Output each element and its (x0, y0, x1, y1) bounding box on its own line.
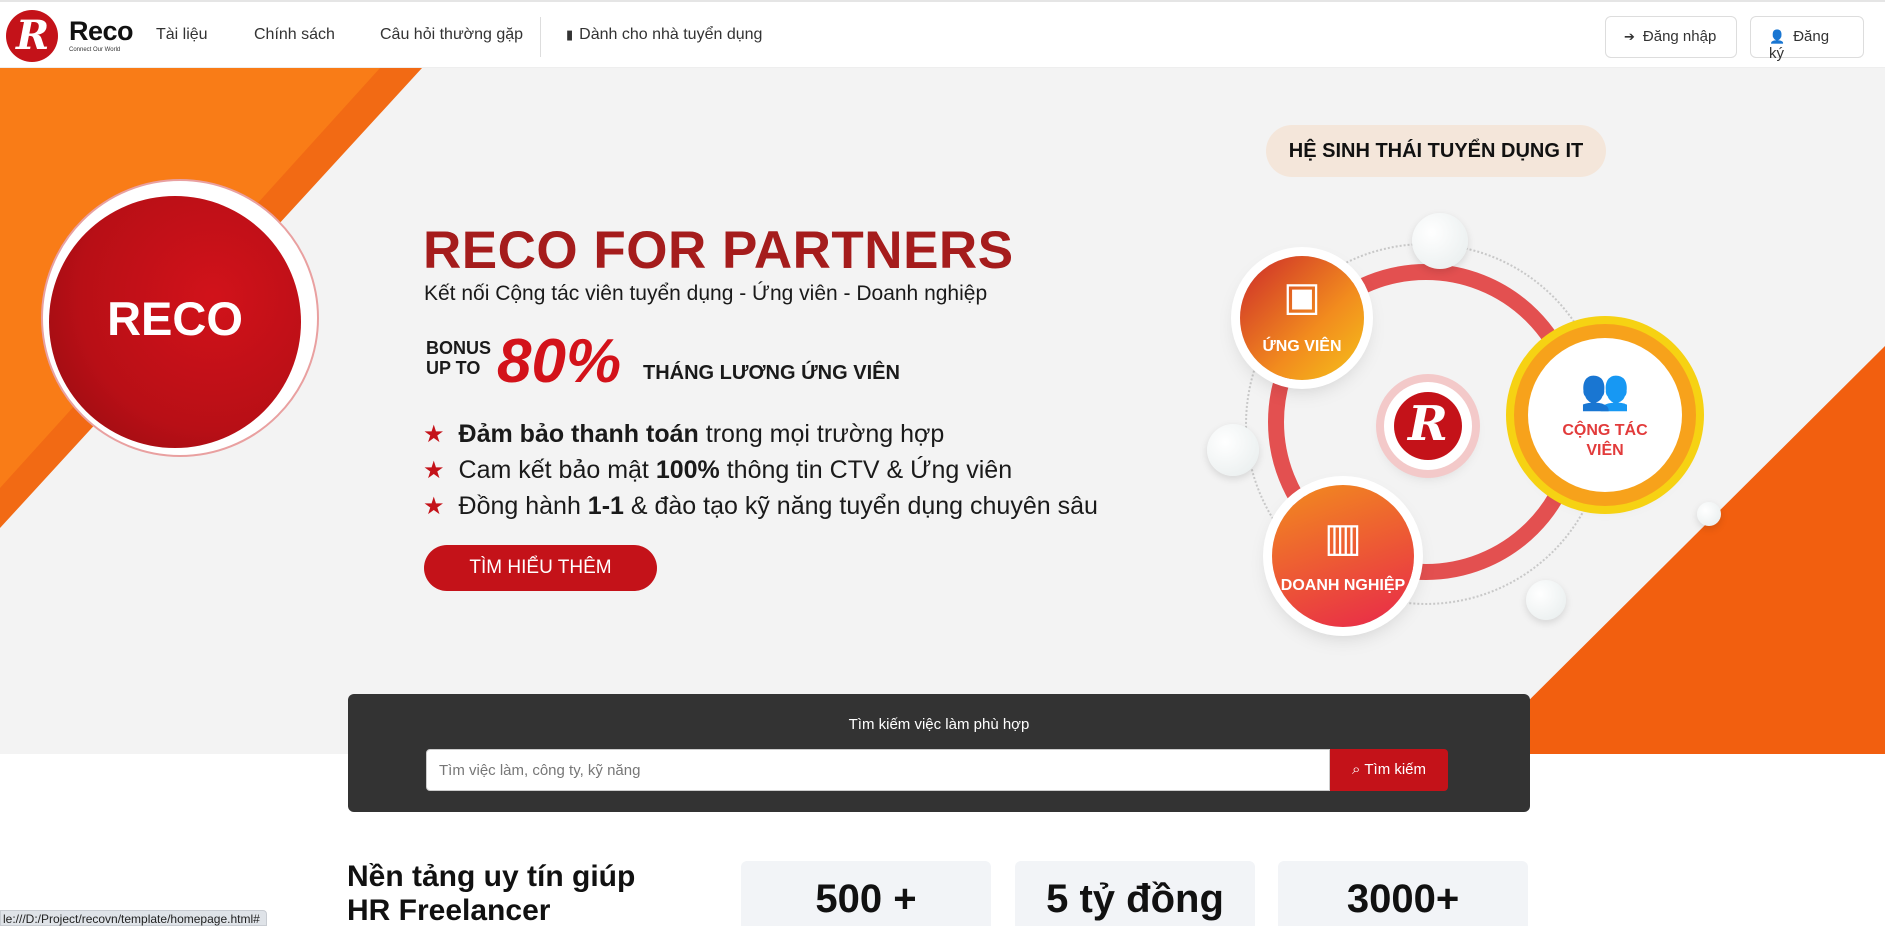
stat-card: 3000+ (1278, 861, 1528, 926)
reco-badge-text: RECO (107, 292, 243, 345)
search-title: Tìm kiếm việc làm phù hợp (848, 716, 1030, 733)
employer-link-label: Dành cho nhà tuyển dụng (579, 26, 763, 43)
building-icon: ▮ (566, 27, 574, 42)
benefit-item: ★ Cam kết bảo mật 100% thông tin CTV & Ứn… (423, 456, 1012, 485)
login-button[interactable]: ➔ Đăng nhập (1605, 16, 1737, 58)
logo-mark: R (6, 10, 58, 62)
job-search-panel: Tìm kiếm việc làm phù hợp ⌕Tìm kiếm (348, 694, 1530, 812)
decor-bubble (1697, 502, 1721, 526)
nav-link-employer[interactable]: ▮ Dành cho nhà tuyển dụng (566, 26, 762, 44)
bonus-label-line-2: UP TO (426, 358, 481, 378)
browser-status-bar: le:///D:/Project/recovn/template/homepag… (0, 910, 267, 926)
node-business-label: DOANH NGHIỆP (1280, 577, 1406, 594)
decor-bubble (1412, 213, 1468, 269)
node-business: ▥ DOANH NGHIỆP (1272, 485, 1414, 627)
nav-link-policy[interactable]: Chính sách (254, 26, 335, 44)
star-icon: ★ (423, 421, 445, 448)
hero-title: RECO FOR PARTNERS (423, 221, 1014, 280)
benefit-bold: 100% (655, 456, 720, 484)
bonus-label: BONUS UP TO (426, 338, 491, 378)
benefit-item: ★ Đồng hành 1-1 & đào tạo kỹ năng tuyển d… (423, 492, 1098, 521)
benefit-text: trong mọi trường hợp (698, 420, 945, 448)
benefit-bold: Đảm bảo thanh toán (458, 420, 699, 448)
hero-subtitle: Kết nối Cộng tác viên tuyển dụng - Ứng v… (424, 282, 988, 305)
benefit-text: Cam kết bảo mật (458, 456, 656, 484)
node-collaborator-label-1: CỘNG TÁC (1562, 422, 1648, 439)
decor-bubble (1207, 424, 1259, 476)
group-icon: 👥 (1580, 368, 1630, 412)
brand-tagline: Connect Our World (69, 47, 121, 53)
benefit-bold: 1-1 (587, 492, 624, 520)
star-icon: ★ (423, 457, 445, 484)
node-candidate-label: ỨNG VIÊN (1262, 338, 1342, 355)
candidate-icon: ▣ (1283, 275, 1321, 319)
bonus-percent: 80% (497, 327, 622, 396)
bonus-label-line-1: BONUS (426, 338, 492, 358)
top-nav: R Reco Connect Our World Tài liệu Chính … (0, 0, 1885, 68)
center-logo-mark: R (1394, 392, 1462, 460)
brand-logo[interactable]: R Reco Connect Our World (6, 10, 134, 64)
search-input[interactable] (426, 749, 1330, 791)
benefit-text: & đào tạo kỹ năng tuyển dụng chuyên sâu (623, 492, 1098, 520)
benefit-text: thông tin CTV & Ứng viên (719, 456, 1013, 484)
star-icon: ★ (423, 493, 445, 520)
learn-more-button[interactable]: TÌM HIỂU THÊM (424, 545, 657, 591)
bonus-text: THÁNG LƯƠNG ỨNG VIÊN (643, 362, 900, 384)
search-button-label: Tìm kiếm (1364, 761, 1427, 778)
building-icon: ▥ (1324, 516, 1362, 560)
nav-divider (540, 17, 541, 57)
nav-link-documents[interactable]: Tài liệu (156, 26, 208, 44)
add-user-icon: 👤 (1769, 29, 1786, 44)
login-label: Đăng nhập (1642, 28, 1717, 45)
node-center-logo: R (1384, 382, 1472, 470)
brand-name: Reco (69, 16, 134, 46)
stat-card: 5 tỷ đồng (1015, 861, 1255, 926)
stats-heading-line-2: HR Freelancer (347, 894, 551, 926)
nav-link-faq[interactable]: Câu hỏi thường gặp (380, 26, 523, 44)
register-button[interactable]: 👤 Đăng ký (1750, 16, 1864, 62)
hero-banner: RECO RECO FOR PARTNERS Kết nối Cộng tác … (0, 68, 1885, 754)
search-icon: ⌕ (1351, 761, 1361, 778)
node-candidate: ▣ ỨNG VIÊN (1240, 256, 1364, 380)
stats-heading: Nền tảng uy tín giúp HR Freelancer (347, 860, 635, 926)
decor-bubble (1526, 580, 1566, 620)
node-collaborator-label-2: VIÊN (1586, 442, 1624, 459)
stats-heading-line-1: Nền tảng uy tín giúp (347, 860, 636, 893)
search-button[interactable]: ⌕ Tìm kiếm (1330, 749, 1448, 791)
stat-card: 500 + (741, 861, 991, 926)
login-icon: ➔ (1624, 29, 1635, 44)
benefit-text: Đồng hành (458, 492, 588, 520)
benefit-item: ★ Đảm bảo thanh toán trong mọi trường hợp (423, 420, 944, 449)
ecosystem-badge: HỆ SINH THÁI TUYỂN DỤNG IT (1266, 125, 1606, 177)
node-collaborator: 👥 CỘNG TÁC VIÊN (1528, 338, 1682, 492)
